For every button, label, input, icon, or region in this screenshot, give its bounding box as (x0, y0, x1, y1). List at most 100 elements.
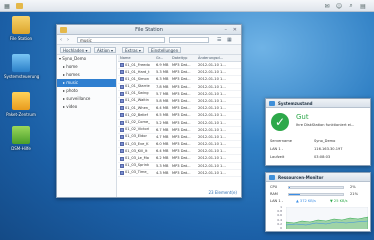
file-type-cell: MP3 Dat... (172, 134, 191, 139)
table-row[interactable]: 01_03_Sprink 5.3 MB MP3 Dat... 2012-01-10 1… (118, 163, 241, 170)
column-type[interactable]: Dateityp (172, 55, 198, 61)
widgets-icon[interactable]: ▤ (358, 1, 368, 11)
file-date-cell: 2012-01-10 1... (198, 77, 226, 82)
tree-item-video[interactable]: ▸ video (57, 103, 116, 111)
column-size[interactable]: Gr... (156, 55, 172, 61)
user-icon[interactable]: ☺ (334, 1, 344, 11)
table-row[interactable]: 01_03_Le_Mo 6.2 MB MP3 Dat... 2012-01-10 1.… (118, 155, 241, 163)
table-row[interactable]: 01_01_Hard_t 5.3 MB MP3 Dat... 2012-01-10 1… (118, 69, 241, 77)
settings-button[interactable]: Einstellungen (148, 47, 182, 53)
table-row[interactable]: 01_03_Time_ 4.3 MB MP3 Dat... 2012-01-10 1.… (118, 170, 241, 177)
file-date-cell: 2012-01-10 1... (198, 120, 226, 125)
tree-root[interactable]: ▾ Syno_Demo (57, 55, 116, 63)
view-list-icon[interactable]: ☰ (217, 37, 221, 43)
file-date-cell: 2012-01-10 1... (198, 84, 226, 89)
lan-value: 116.163.30.197 (314, 147, 343, 151)
file-list-header: Name Gr... Dateityp Änderungsd... (118, 55, 241, 62)
file-type-cell: MP3 Dat... (172, 170, 191, 175)
file-size-cell: 4.7 MB (156, 134, 169, 139)
upload-button[interactable]: Hochladen ▾ (60, 47, 91, 53)
column-name[interactable]: Name (118, 55, 156, 61)
widget-title: Systemzustand (278, 101, 313, 106)
main-menu-button[interactable]: ▦ (2, 1, 12, 11)
table-row[interactable]: 01_01_Swing 5.7 MB MP3 Dat... 2012-01-10 1.… (118, 91, 241, 98)
health-icon (269, 101, 275, 106)
table-row[interactable]: 01_02_Belief 6.5 MB MP3 Dat... 2012-01-10 1… (118, 112, 241, 120)
audio-file-icon (120, 163, 124, 168)
back-button[interactable]: ‹ (60, 37, 62, 43)
search-icon[interactable]: ⌕ (346, 1, 356, 11)
desktop-icon-package-center[interactable]: Paket-Zentrum (4, 92, 38, 117)
tree-item-photo[interactable]: ▸ photo (57, 87, 116, 95)
tools-button[interactable]: Extras ▾ (122, 47, 144, 53)
file-date-cell: 2012-01-10 1... (198, 63, 226, 67)
ram-label: RAM (270, 192, 278, 196)
search-input[interactable] (169, 37, 209, 43)
chart-tick-label: 0 (280, 226, 282, 230)
file-name-cell: 01_01_Freedo (118, 62, 156, 68)
tree-item-surveillance[interactable]: ▸ surveillance (57, 95, 116, 103)
file-size-cell: 5.8 MB (156, 98, 169, 103)
tree-item-home[interactable]: ▸ home (57, 63, 116, 71)
table-row[interactable]: 01_01_Waitin 5.8 MB MP3 Dat... 2012-01-10 1… (118, 98, 241, 106)
chart-ticks: 1 0.8 0.6 0.4 0.2 0 (270, 205, 282, 231)
file-date-cell: 2012-01-10 1... (198, 106, 226, 111)
ram-bar-fill (289, 194, 301, 195)
lan-download: ▼ 25 KB/s (330, 199, 348, 203)
view-grid-icon[interactable]: ▦ (227, 37, 232, 43)
cpu-bar (288, 186, 344, 189)
file-size-cell: 6.0 MB (156, 142, 169, 147)
tree-item-homes[interactable]: ▸ homes (57, 71, 116, 79)
server-name-value: Syno_Demo (314, 139, 336, 143)
file-size-cell: 5.2 MB (156, 120, 169, 125)
action-button[interactable]: Aktion ▾ (94, 47, 116, 53)
file-name-cell: 01_03_Time_ (118, 170, 156, 176)
file-name-cell: 01_03_Eve_K (118, 141, 156, 147)
file-station-taskbar-button[interactable] (14, 1, 24, 11)
audio-file-icon (120, 149, 124, 154)
table-row[interactable]: 01_01_When_ 6.4 MB MP3 Dat... 2012-01-10 1.… (118, 105, 241, 113)
table-row[interactable]: 01_01_Simon 6.3 MB MP3 Dat... 2012-01-10 1.… (118, 76, 241, 84)
close-button[interactable]: ✕ (233, 27, 237, 33)
desktop-icon-label: DSM-Hilfe (11, 146, 31, 151)
lan-label: LAN 1 - (270, 199, 284, 203)
desktop-icon-file-station[interactable]: File Station (4, 16, 38, 41)
file-size-cell: 6.7 MB (156, 127, 169, 132)
file-date-cell: 2012-01-10 1... (198, 127, 226, 132)
desktop-icon-help[interactable]: DSM-Hilfe (4, 126, 38, 151)
file-date-cell: 2012-01-10 1... (198, 134, 226, 139)
table-row[interactable]: 01_02_Come_ 5.2 MB MP3 Dat... 2012-01-10 1.… (118, 120, 241, 127)
minimize-button[interactable]: – (225, 27, 228, 33)
audio-file-icon (120, 77, 124, 82)
desktop-icon-label: Systemsteuerung (4, 74, 40, 79)
table-row[interactable]: 01_02_Victori 6.7 MB MP3 Dat... 2012-01-10 … (118, 127, 241, 134)
file-type-cell: MP3 Dat... (172, 84, 191, 89)
table-row[interactable]: 01_03_Kill_It 6.4 MB MP3 Dat... 2012-01-10 … (118, 148, 241, 156)
path-field[interactable]: music (77, 37, 165, 43)
file-name-cell: 01_01_Starrie (118, 84, 156, 90)
desktop-icon-control-panel[interactable]: Systemsteuerung (4, 54, 40, 79)
table-row[interactable]: 01_03_Eldor 4.7 MB MP3 Dat... 2012-01-10 1.… (118, 134, 241, 142)
file-type-cell: MP3 Dat... (172, 163, 191, 168)
path-bar: ‹ › music ☰ ▦ (57, 35, 241, 45)
table-row[interactable]: 01_01_Freedo 6.9 MB MP3 Dat... 2012-01-10 1… (118, 62, 241, 70)
file-name-cell: 01_01_When_ (118, 105, 156, 111)
file-date-cell: 2012-01-10 1... (198, 163, 226, 168)
window-titlebar[interactable]: File Station – ✕ (57, 25, 241, 35)
tree-item-music[interactable]: ▸ music (57, 79, 116, 87)
cpu-bar-fill (289, 187, 291, 188)
file-name-cell: 01_02_Victori (118, 127, 156, 133)
file-name-cell: 01_02_Belief (118, 112, 156, 118)
system-status-widget: Systemzustand ✓ Gut Ihre DiskStation fun… (265, 98, 371, 166)
table-row[interactable]: 01_01_Starrie 7.8 MB MP3 Dat... 2012-01-10 … (118, 84, 241, 91)
file-size-cell: 6.3 MB (156, 77, 169, 82)
forward-button[interactable]: › (67, 37, 69, 43)
cpu-value: 2% (350, 185, 356, 189)
column-modified[interactable]: Änderungsd... (198, 55, 238, 61)
notifications-icon[interactable]: ✉ (322, 1, 332, 11)
resource-monitor-widget: Ressourcen-Monitor CPU 2% RAM 21% LAN 1 … (265, 172, 371, 232)
file-size-cell: 4.3 MB (156, 170, 169, 175)
audio-file-icon (120, 113, 124, 118)
file-size-cell: 6.4 MB (156, 106, 169, 111)
table-row[interactable]: 01_03_Eve_K 6.0 MB MP3 Dat... 2012-01-10 1.… (118, 141, 241, 149)
